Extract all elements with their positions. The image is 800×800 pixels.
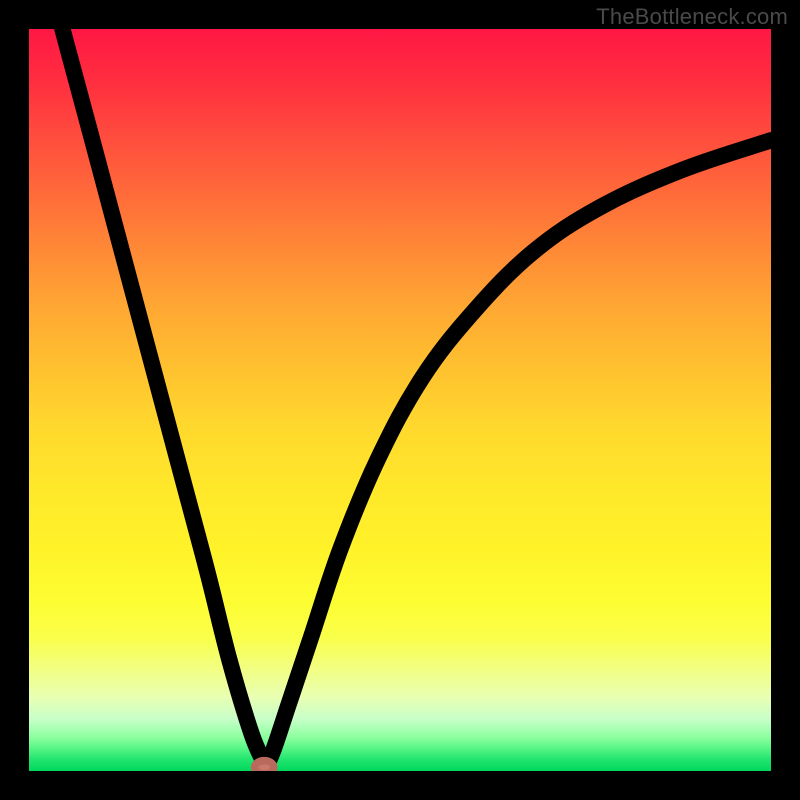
chart-svg [29,29,771,771]
minimum-marker [255,761,274,771]
chart-frame: TheBottleneck.com [0,0,800,800]
watermark-text: TheBottleneck.com [596,4,788,30]
curve-left [62,29,265,771]
curve-right [264,140,771,771]
plot-area [29,29,771,771]
